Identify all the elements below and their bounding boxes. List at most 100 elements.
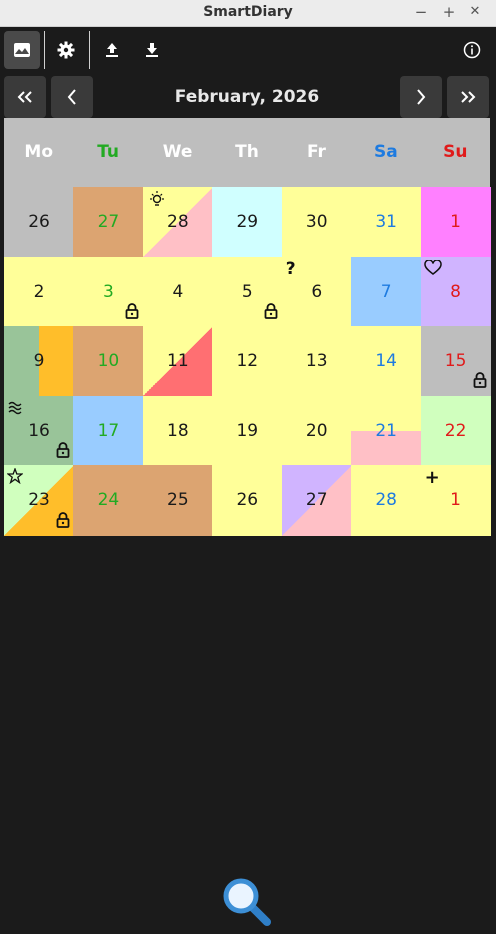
- minimize-button[interactable]: −: [412, 3, 430, 21]
- day-cell[interactable]: 18: [142, 395, 213, 466]
- day-number: 25: [167, 490, 189, 511]
- toolbar-separator: [44, 31, 45, 69]
- month-navigation: February, 2026: [0, 76, 496, 118]
- day-cell[interactable]: 21: [351, 395, 422, 466]
- weekday-sa: Sa: [373, 142, 398, 162]
- day-number: 18: [167, 420, 189, 441]
- download-icon: [146, 43, 158, 57]
- day-cell[interactable]: 16: [4, 395, 75, 466]
- day-number: 17: [97, 420, 120, 441]
- day-cell[interactable]: 29: [212, 187, 283, 258]
- upload-icon: [106, 43, 118, 57]
- magnifier-icon: [223, 878, 271, 926]
- day-cell[interactable]: 1 +: [420, 465, 491, 536]
- maximize-button[interactable]: +: [440, 3, 458, 21]
- day-number: 28: [167, 212, 189, 233]
- day-cell[interactable]: 20: [281, 395, 352, 466]
- day-cell[interactable]: 25: [142, 465, 213, 536]
- lightbulb-icon: [148, 190, 166, 212]
- day-number: 31: [375, 212, 397, 233]
- day-cell[interactable]: 11: [142, 326, 213, 397]
- day-cell[interactable]: 17: [73, 395, 144, 466]
- day-number: 6: [311, 281, 323, 302]
- heart-icon: [423, 258, 442, 280]
- day-number: 20: [305, 420, 328, 441]
- day-cell[interactable]: 6?: [281, 256, 352, 327]
- day-cell[interactable]: 1: [420, 187, 491, 258]
- day-cell[interactable]: 24: [73, 465, 144, 536]
- day-number: 26: [28, 212, 50, 233]
- previous-year-button[interactable]: [4, 76, 46, 118]
- day-number: 13: [305, 351, 328, 372]
- day-cell[interactable]: 8: [420, 256, 491, 327]
- lock-icon: [125, 302, 139, 323]
- lock-icon: [56, 442, 70, 462]
- weekday-we: We: [162, 142, 193, 162]
- diary-view-button[interactable]: [4, 31, 40, 69]
- day-number: 16: [28, 420, 50, 441]
- info-icon: [463, 41, 481, 59]
- day-cell[interactable]: 22: [420, 395, 491, 466]
- day-cell[interactable]: 26: [212, 465, 283, 536]
- day-cell[interactable]: 7: [351, 256, 422, 327]
- day-number: 15: [444, 351, 467, 372]
- day-number: 5: [241, 281, 253, 302]
- day-number: 21: [375, 420, 397, 441]
- lock-icon: [56, 511, 70, 532]
- day-number: 28: [375, 490, 397, 511]
- export-button[interactable]: [94, 31, 130, 69]
- day-cell[interactable]: 27: [281, 465, 352, 536]
- day-cell[interactable]: 4: [142, 256, 213, 327]
- day-cell[interactable]: 31: [351, 187, 422, 258]
- day-number: 7: [380, 281, 392, 302]
- next-year-button[interactable]: [447, 76, 489, 118]
- day-cell[interactable]: 14: [351, 326, 422, 397]
- day-cell[interactable]: 19: [212, 395, 283, 466]
- close-button[interactable]: ✕: [466, 3, 484, 21]
- day-cell[interactable]: 10: [73, 326, 144, 397]
- weekday-su: Su: [443, 142, 468, 162]
- weekday-fr: Fr: [306, 142, 326, 162]
- star-icon: [6, 467, 24, 488]
- chevron-right-icon: [417, 89, 426, 105]
- import-button[interactable]: [134, 31, 170, 69]
- month-title: February, 2026: [174, 87, 320, 107]
- day-number: 9: [33, 351, 45, 372]
- plus-icon: +: [424, 467, 440, 489]
- day-number: 3: [103, 281, 114, 302]
- double-chevron-left-icon: [17, 91, 32, 103]
- previous-month-button[interactable]: [51, 76, 93, 118]
- day-number: 19: [236, 420, 259, 441]
- day-cell[interactable]: 5: [212, 256, 283, 327]
- day-number: 2: [33, 281, 45, 302]
- day-number: 10: [97, 351, 120, 372]
- day-cell[interactable]: 28: [351, 465, 422, 536]
- day-cell[interactable]: 23: [4, 465, 75, 536]
- day-number: 4: [172, 281, 184, 302]
- day-cell[interactable]: 12: [212, 326, 283, 397]
- day-cell[interactable]: 30: [281, 187, 352, 258]
- day-cell[interactable]: 15: [420, 326, 491, 397]
- day-cell[interactable]: 9: [4, 326, 75, 397]
- settings-button[interactable]: [48, 31, 84, 69]
- day-number: 24: [97, 490, 120, 511]
- day-number: 11: [167, 351, 189, 372]
- info-button[interactable]: [454, 31, 490, 69]
- day-cell[interactable]: 26: [4, 187, 75, 258]
- day-cell[interactable]: 13: [281, 326, 352, 397]
- day-cell[interactable]: 2: [4, 256, 75, 327]
- toolbar: [0, 27, 496, 73]
- day-cell[interactable]: 28: [142, 187, 213, 258]
- day-number: 26: [236, 490, 259, 511]
- day-cell[interactable]: 3: [73, 256, 144, 327]
- wave-icon: [8, 400, 24, 419]
- day-number: 14: [375, 351, 397, 372]
- weekday-header: Mo Tu We Th Fr Sa Su: [4, 118, 490, 187]
- chevron-left-icon: [67, 89, 76, 105]
- day-number: 23: [28, 490, 50, 511]
- search-button[interactable]: [221, 876, 273, 932]
- day-cell[interactable]: 27: [73, 187, 144, 258]
- gear-icon: [57, 41, 75, 59]
- next-month-button[interactable]: [400, 76, 442, 118]
- weekday-th: Th: [235, 142, 259, 162]
